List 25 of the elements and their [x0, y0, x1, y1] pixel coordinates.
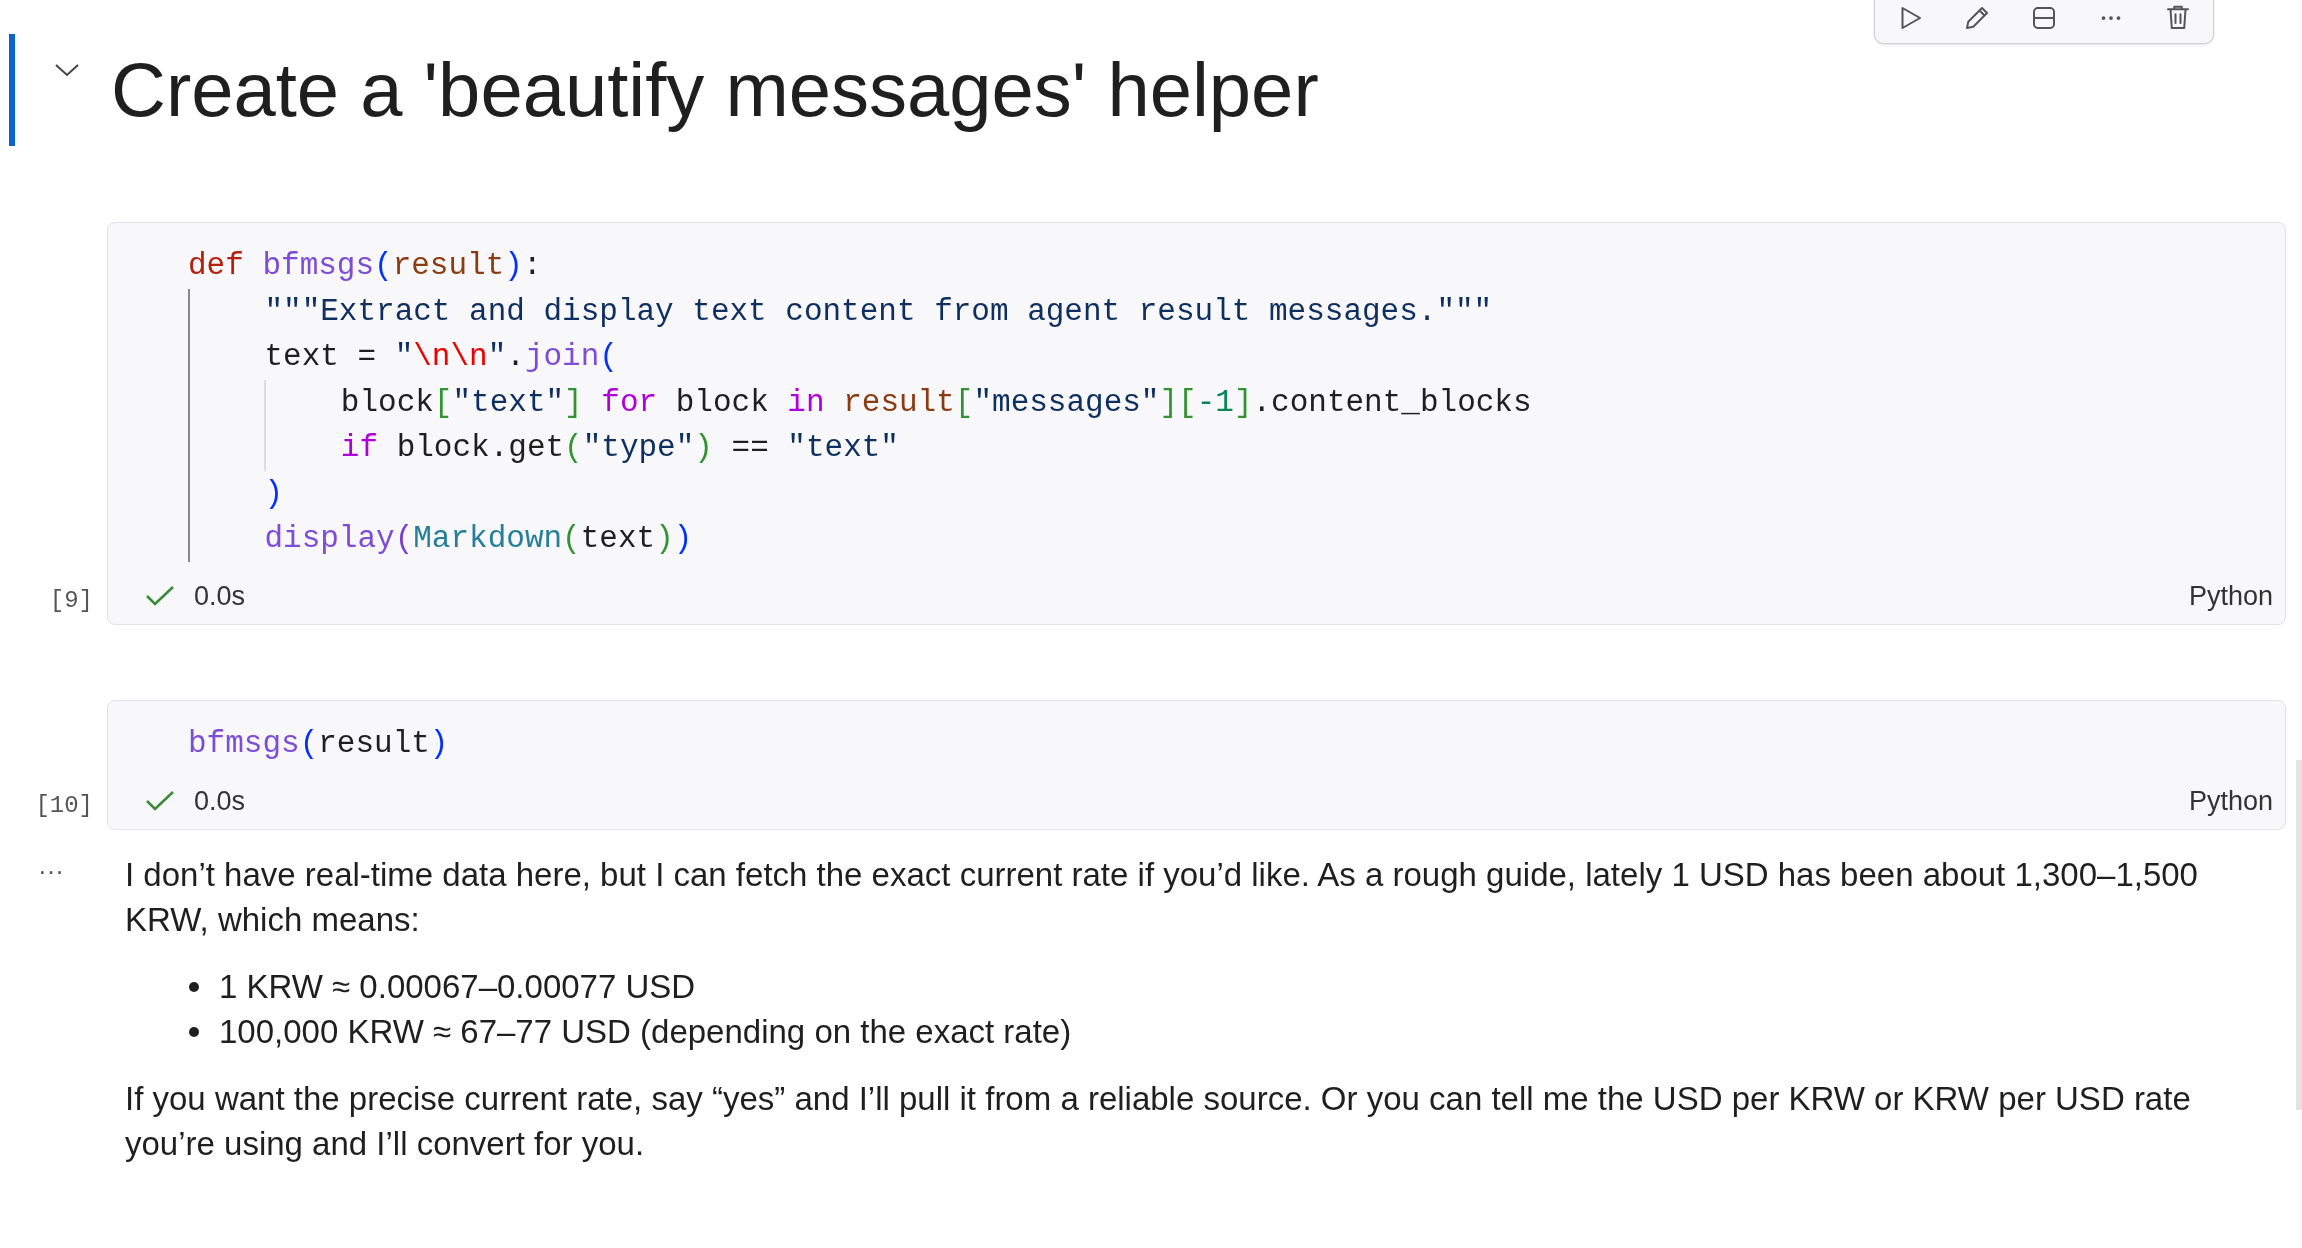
code-line: if block.get("type") == "text": [188, 425, 899, 471]
scrollbar[interactable]: [2296, 760, 2302, 1110]
bullet-icon: [189, 1026, 199, 1037]
code-cell[interactable]: [107, 222, 2286, 625]
output-paragraph: If you want the precise current rate, say “yes” and I’ll pull it from a reliable source. Or you can tell me the USD per KRW or KRW per USD rate you’re using and I’ll convert for you.: [125, 1079, 2192, 1164]
code-line: """Extract and display text content from agent result messages.""": [188, 288, 1493, 334]
run-duration: 0.0s: [194, 784, 246, 818]
code-line: display(Markdown(text)): [188, 516, 693, 562]
code-line: text = "\n\n".join(: [188, 334, 618, 380]
code-line: block["text"] for block in result["messages"][-1].content_blocks: [188, 379, 1532, 425]
list-item: 1 KRW ≈ 0.00067–0.00077 USD: [219, 967, 696, 1007]
execution-count: [10]: [35, 791, 93, 821]
code-line: bfmsgs(result): [188, 725, 449, 763]
code-line: ): [188, 470, 284, 516]
code-line: def bfmsgs(result):: [188, 247, 542, 285]
list-item: 100,000 KRW ≈ 67–77 USD (depending on the exact rate): [219, 1012, 1072, 1052]
bullet-icon: [189, 981, 199, 992]
run-duration: 0.0s: [194, 579, 246, 613]
chevron-down-icon[interactable]: [53, 61, 81, 79]
output-paragraph: I don’t have real-time data here, but I can fetch the exact current rate if you’d like. As a rough guide, lately 1 USD has been about 1,300–1,500 KRW, which means:: [125, 855, 2199, 940]
code-cell[interactable]: bfmsgs(result) 0.0s Python: [107, 700, 2286, 830]
language-label[interactable]: Python: [2188, 575, 2273, 616]
language-label[interactable]: Python: [2188, 780, 2273, 821]
execution-count: [9]: [49, 586, 93, 616]
output-menu[interactable]: ···: [38, 856, 64, 886]
